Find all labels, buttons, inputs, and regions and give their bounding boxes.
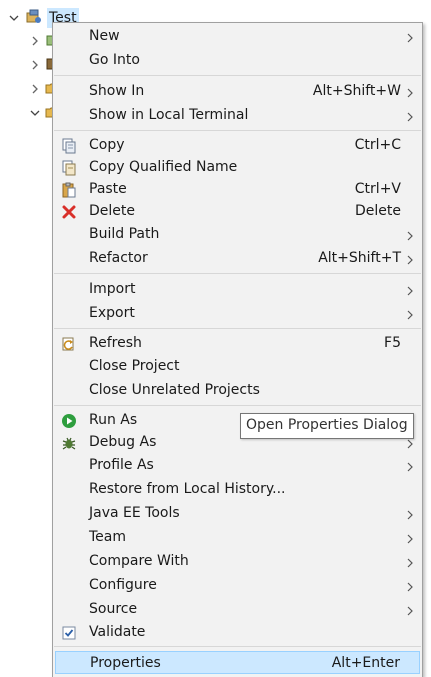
project-icon <box>26 9 42 25</box>
submenu-arrow-icon <box>407 580 413 592</box>
menu-item-close-project[interactable]: Close Project <box>53 355 422 378</box>
menu-item-label: Paste <box>89 181 127 197</box>
menu-item-copy-qualified-name[interactable]: Copy Qualified Name <box>53 156 422 179</box>
submenu-arrow-icon <box>407 556 413 568</box>
menu-separator <box>54 130 421 131</box>
menu-item-configure[interactable]: Configure <box>53 574 422 597</box>
submenu-arrow-icon <box>407 460 413 472</box>
menu-item-java-ee-tools[interactable]: Java EE Tools <box>53 502 422 525</box>
chevron-down-icon[interactable] <box>9 13 19 23</box>
submenu-arrow-icon <box>407 110 413 122</box>
chevron-right-icon[interactable] <box>30 60 40 70</box>
menu-item-label: Close Unrelated Projects <box>89 382 260 398</box>
menu-item-label: Import <box>89 281 136 297</box>
menu-item-source[interactable]: Source <box>53 598 422 621</box>
run-icon <box>61 413 77 429</box>
menu-item-label: Build Path <box>89 226 160 242</box>
menu-separator <box>54 328 421 329</box>
validate-checkbox-icon <box>61 625 77 641</box>
paste-icon <box>61 182 77 198</box>
delete-icon <box>61 204 77 220</box>
menu-item-team[interactable]: Team <box>53 526 422 549</box>
menu-item-paste[interactable]: Paste Ctrl+V <box>53 178 422 201</box>
menu-item-label: Source <box>89 601 138 617</box>
menu-separator <box>54 405 421 406</box>
menu-item-label: Debug As <box>89 434 157 450</box>
menu-item-label: Export <box>89 305 135 321</box>
menu-item-label: Go Into <box>89 52 140 68</box>
menu-item-go-into[interactable]: Go Into <box>53 49 422 72</box>
menu-item-shortcut: Ctrl+C <box>354 137 401 153</box>
submenu-arrow-icon <box>407 308 413 320</box>
submenu-arrow-icon <box>407 508 413 520</box>
chevron-right-icon[interactable] <box>30 36 40 46</box>
menu-item-profile-as[interactable]: Profile As <box>53 454 422 477</box>
menu-item-restore-from-local-history[interactable]: Restore from Local History... <box>53 478 422 501</box>
menu-item-label: Restore from Local History... <box>89 481 286 497</box>
submenu-arrow-icon <box>407 31 413 43</box>
menu-item-close-unrelated-projects[interactable]: Close Unrelated Projects <box>53 379 422 402</box>
menu-item-properties[interactable]: Properties Alt+Enter <box>55 651 420 674</box>
menu-item-export[interactable]: Export <box>53 302 422 325</box>
menu-item-compare-with[interactable]: Compare With <box>53 550 422 573</box>
menu-item-label: Compare With <box>89 553 189 569</box>
menu-item-shortcut: Ctrl+V <box>354 181 401 197</box>
menu-item-refactor[interactable]: Refactor Alt+Shift+T <box>53 247 422 270</box>
menu-item-show-in-local-terminal[interactable]: Show in Local Terminal <box>53 104 422 127</box>
menu-item-label: Delete <box>89 203 135 219</box>
menu-item-validate[interactable]: Validate <box>53 621 422 644</box>
menu-item-refresh[interactable]: Refresh F5 <box>53 332 422 355</box>
menu-item-label: New <box>89 28 120 44</box>
menu-item-new[interactable]: New <box>53 25 422 48</box>
menu-item-delete[interactable]: Delete Delete <box>53 200 422 223</box>
submenu-arrow-icon <box>407 604 413 616</box>
menu-item-label: Show In <box>89 83 145 99</box>
menu-separator <box>54 75 421 76</box>
menu-item-shortcut: Alt+Enter <box>331 655 400 671</box>
menu-item-build-path[interactable]: Build Path <box>53 223 422 246</box>
menu-item-label: Refactor <box>89 250 148 266</box>
menu-item-label: Properties <box>90 655 161 671</box>
menu-item-label: Run As <box>89 412 138 428</box>
chevron-down-icon[interactable] <box>30 108 40 118</box>
tooltip: Open Properties Dialog <box>240 413 414 439</box>
copy-qualified-name-icon <box>61 160 77 176</box>
submenu-arrow-icon <box>407 229 413 241</box>
menu-item-shortcut: Delete <box>355 203 401 219</box>
menu-item-label: Refresh <box>89 335 142 351</box>
submenu-arrow-icon <box>407 284 413 296</box>
menu-item-shortcut: F5 <box>384 335 401 351</box>
menu-item-label: Profile As <box>89 457 154 473</box>
menu-item-label: Copy Qualified Name <box>89 159 238 175</box>
menu-item-label: Show in Local Terminal <box>89 107 249 123</box>
debug-icon <box>61 435 77 451</box>
menu-item-label: Configure <box>89 577 157 593</box>
menu-item-copy[interactable]: Copy Ctrl+C <box>53 134 422 157</box>
submenu-arrow-icon <box>407 532 413 544</box>
menu-item-shortcut: Alt+Shift+T <box>318 250 401 266</box>
menu-separator <box>54 273 421 274</box>
menu-item-label: Team <box>89 529 127 545</box>
menu-item-label: Close Project <box>89 358 180 374</box>
menu-item-label: Copy <box>89 137 125 153</box>
context-menu: New Go Into Show In Alt+Shift+W Show in … <box>52 22 423 677</box>
menu-separator <box>54 646 421 647</box>
menu-item-label: Validate <box>89 624 146 640</box>
menu-item-label: Java EE Tools <box>89 505 180 521</box>
menu-item-import[interactable]: Import <box>53 278 422 301</box>
menu-item-show-in[interactable]: Show In Alt+Shift+W <box>53 80 422 103</box>
submenu-arrow-icon <box>407 86 413 98</box>
menu-item-shortcut: Alt+Shift+W <box>312 83 401 99</box>
copy-icon <box>61 138 77 154</box>
chevron-right-icon[interactable] <box>30 84 40 94</box>
submenu-arrow-icon <box>407 253 413 265</box>
refresh-icon <box>61 336 77 352</box>
